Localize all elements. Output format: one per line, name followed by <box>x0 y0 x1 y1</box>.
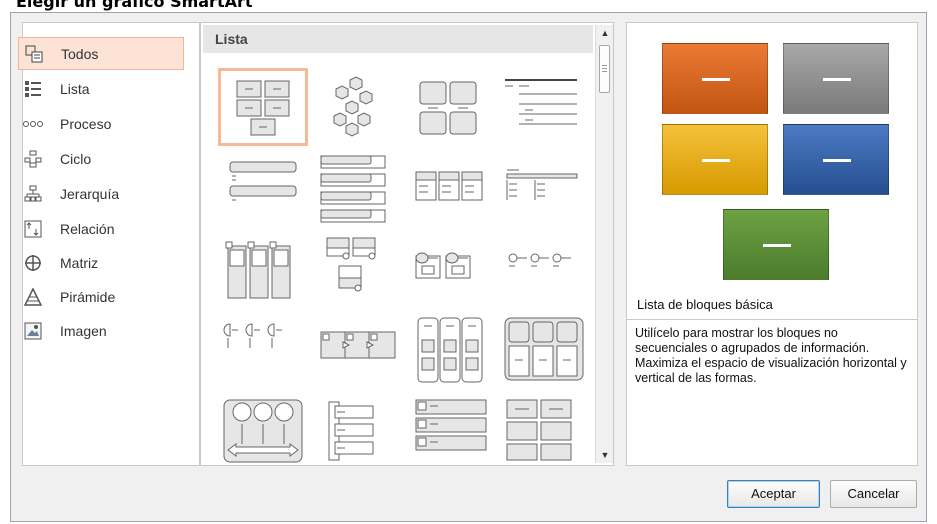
ok-button[interactable]: Aceptar <box>727 480 820 508</box>
category-label: Todos <box>61 45 99 62</box>
preview-block-blue <box>783 124 889 195</box>
gallery-header: Lista <box>203 25 593 53</box>
category-picture[interactable]: Imagen <box>18 314 184 347</box>
layout-horizontal-bullet-list[interactable] <box>408 148 498 226</box>
layout-picture-lineup[interactable] <box>408 388 498 465</box>
window-title: Elegir un gráfico SmartArt <box>0 0 937 12</box>
layout-pie-process-list[interactable] <box>218 308 308 386</box>
category-label: Proceso <box>60 115 112 132</box>
scroll-down-icon[interactable]: ▼ <box>596 447 613 463</box>
layout-description: Utilícelo para mostrar los bloques no se… <box>627 319 917 465</box>
layout-horizontal-picture-list[interactable] <box>501 228 591 306</box>
relationship-icon <box>22 218 44 240</box>
matrix-icon <box>22 252 44 274</box>
preview-panel: Lista de bloques básica Utilícelo para m… <box>626 22 918 466</box>
gallery-scrollbar[interactable]: ▲ ▼ <box>595 25 613 463</box>
layout-gallery: Lista ▲ ▼ <box>200 22 614 466</box>
layout-tiled-list[interactable] <box>501 388 591 465</box>
preview-block-gold <box>662 124 768 195</box>
category-label: Relación <box>60 220 115 237</box>
layout-vertical-curved-list[interactable] <box>408 308 498 386</box>
layout-grouped-list[interactable] <box>408 68 498 146</box>
layout-vertical-accent-list[interactable] <box>313 388 403 465</box>
category-label: Lista <box>60 80 90 97</box>
layout-name: Lista de bloques básica <box>637 297 773 312</box>
all-icon <box>23 43 45 65</box>
hierarchy-icon <box>22 183 44 205</box>
layout-block-list[interactable] <box>218 68 308 146</box>
category-cycle[interactable]: Ciclo <box>18 142 184 175</box>
category-relationship[interactable]: Relación <box>18 212 184 245</box>
scroll-up-icon[interactable]: ▲ <box>596 25 613 41</box>
category-label: Matriz <box>60 254 99 271</box>
category-list[interactable]: Lista <box>18 72 184 105</box>
cancel-button[interactable]: Cancelar <box>830 480 917 508</box>
preview-block-green <box>723 209 829 280</box>
layout-bending-picture-blocks[interactable] <box>313 308 403 386</box>
layout-table-list[interactable] <box>501 148 591 226</box>
scroll-thumb[interactable] <box>599 45 610 93</box>
cycle-icon <box>22 148 44 170</box>
layout-picture-caption-list[interactable] <box>408 228 498 306</box>
preview-block-gray <box>783 43 889 114</box>
category-process[interactable]: Proceso <box>18 107 184 140</box>
layout-stacked-list[interactable] <box>218 228 308 306</box>
layout-detailed-list[interactable] <box>313 228 403 306</box>
preview-block-orange <box>662 43 768 114</box>
category-matrix[interactable]: Matriz <box>18 246 184 279</box>
layout-vertical-bullet-list[interactable] <box>218 148 308 226</box>
layout-circle-arrow-list[interactable] <box>218 388 308 465</box>
category-label: Pirámide <box>60 288 116 305</box>
window-title-text: Elegir un gráfico SmartArt <box>16 0 253 11</box>
category-pyramid[interactable]: Pirámide <box>18 280 184 313</box>
layout-hexagon-cluster[interactable] <box>313 68 403 146</box>
layout-lined-list[interactable] <box>501 68 591 146</box>
category-label: Jerarquía <box>60 185 120 202</box>
picture-icon <box>22 320 44 342</box>
process-icon <box>22 113 44 135</box>
layout-segmented-list[interactable] <box>501 308 591 386</box>
category-label: Imagen <box>60 322 107 339</box>
pyramid-icon <box>22 286 44 308</box>
layout-vertical-box-list[interactable] <box>313 148 403 226</box>
category-label: Ciclo <box>60 150 92 167</box>
category-hierarchy[interactable]: Jerarquía <box>18 177 184 210</box>
category-all[interactable]: Todos <box>18 37 184 70</box>
list-icon <box>22 78 44 100</box>
